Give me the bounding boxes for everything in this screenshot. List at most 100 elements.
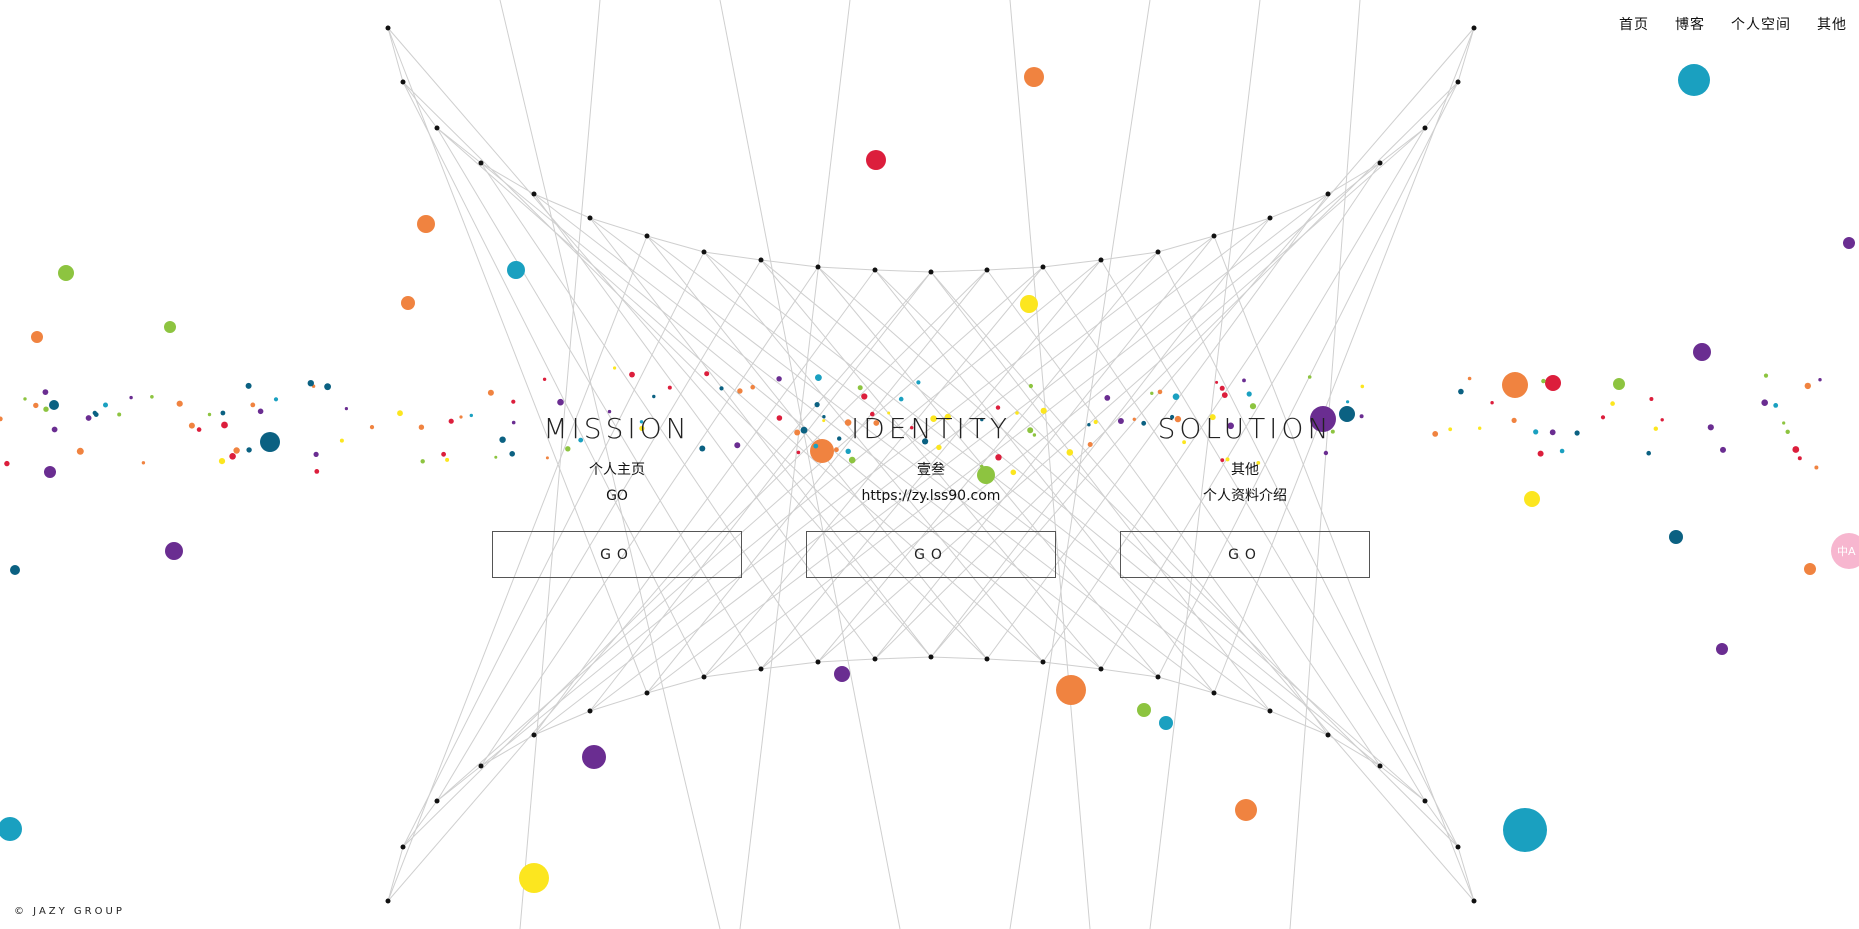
particle-dot xyxy=(1646,450,1651,456)
arc-node xyxy=(1211,690,1217,696)
panel-title: SOLUTION xyxy=(1157,412,1333,445)
particle-dot xyxy=(250,402,256,408)
panel-subtitle: 其他 xyxy=(1231,462,1259,478)
particle-dot xyxy=(246,447,252,453)
particle-dot xyxy=(1432,431,1439,437)
particle-dot xyxy=(995,405,1001,410)
particle-dot xyxy=(339,438,344,443)
particle-dot xyxy=(76,447,84,455)
particle-dot xyxy=(1804,382,1812,390)
arc-node xyxy=(1422,125,1428,131)
particle-dot xyxy=(207,412,212,417)
decor-dot xyxy=(507,261,525,279)
particle-dot xyxy=(188,422,195,429)
top-nav: 首页 博客 个人空间 其他 xyxy=(1619,14,1847,34)
decor-dot xyxy=(1804,563,1816,575)
arc-node xyxy=(644,690,650,696)
bottom-arc xyxy=(387,656,1475,902)
particle-dot xyxy=(420,459,425,464)
particle-dot xyxy=(344,407,348,411)
particle-dot xyxy=(176,400,183,407)
particle-dot xyxy=(1087,442,1093,447)
panel-identity: IDENTITY 壹叁 https://zy.lss90.com GO xyxy=(806,412,1056,578)
particle-dot xyxy=(1610,401,1615,406)
particle-dot xyxy=(23,397,27,401)
particle-dot xyxy=(233,447,240,454)
nav-item-blog[interactable]: 博客 xyxy=(1675,14,1705,34)
decor-dot xyxy=(1502,372,1528,398)
particle-dot xyxy=(1660,418,1664,422)
string-line xyxy=(436,127,1044,663)
particle-dot xyxy=(1448,427,1453,432)
arc-node xyxy=(984,656,990,662)
arc-node xyxy=(701,674,707,680)
arc-node xyxy=(984,267,990,273)
particle-dot xyxy=(1458,388,1464,395)
solution-go-button[interactable]: GO xyxy=(1120,531,1370,578)
arc-node xyxy=(385,25,391,31)
arc-node xyxy=(587,215,593,221)
language-toggle[interactable]: 中A xyxy=(1831,533,1859,569)
particle-dot xyxy=(92,410,98,416)
arc-node xyxy=(531,732,537,738)
decor-dot xyxy=(1024,67,1044,87)
particle-dot xyxy=(1797,456,1802,461)
panel-solution: SOLUTION 其他 个人资料介绍 GO xyxy=(1120,412,1370,578)
particle-dot xyxy=(794,429,801,436)
particle-dot xyxy=(85,415,92,421)
particle-dot xyxy=(1653,426,1659,431)
arc-node xyxy=(1155,249,1161,255)
particle-dot xyxy=(1600,415,1606,420)
decor-dot xyxy=(1678,64,1710,96)
particle-dot xyxy=(418,424,425,430)
particle-dot xyxy=(51,426,58,433)
particle-dot xyxy=(719,386,724,391)
arc-node xyxy=(815,264,821,270)
nav-item-other[interactable]: 其他 xyxy=(1817,14,1847,34)
decor-dot xyxy=(1669,530,1683,544)
particle-dot xyxy=(448,418,454,424)
arc-node xyxy=(1455,79,1461,85)
particle-dot xyxy=(273,397,279,402)
particle-dot xyxy=(129,395,133,400)
particle-dot xyxy=(1219,385,1225,391)
arc-node xyxy=(478,763,484,769)
panel-description: https://zy.lss90.com xyxy=(861,488,1001,504)
panel-subtitle: 壹叁 xyxy=(917,462,945,478)
decor-dot xyxy=(1545,375,1561,391)
particle-dot xyxy=(1649,397,1654,401)
particle-dot xyxy=(750,384,755,390)
decor-dot xyxy=(519,863,549,893)
decor-dot xyxy=(0,817,22,841)
arc-node xyxy=(434,125,440,131)
particle-dot xyxy=(1533,429,1539,435)
decor-dot xyxy=(1503,808,1547,852)
particle-dot xyxy=(221,421,228,429)
arc-node xyxy=(644,233,650,239)
arc-node xyxy=(872,267,878,273)
particle-dot xyxy=(1761,399,1768,407)
particle-dot xyxy=(613,366,617,370)
particle-dot xyxy=(1782,421,1786,425)
particle-dot xyxy=(1478,426,1482,430)
particle-dot xyxy=(1792,446,1800,453)
particle-dot xyxy=(0,416,3,422)
particle-dot xyxy=(737,388,743,394)
arc-node xyxy=(1471,898,1477,904)
nav-item-personal-space[interactable]: 个人空间 xyxy=(1731,14,1791,34)
nav-item-home[interactable]: 首页 xyxy=(1619,14,1649,34)
identity-go-button[interactable]: GO xyxy=(806,531,1056,578)
arc-node xyxy=(1325,732,1331,738)
string-line xyxy=(436,127,762,670)
particle-dot xyxy=(141,461,146,465)
string-line xyxy=(387,27,648,694)
arc-node xyxy=(1098,666,1104,672)
decor-dot xyxy=(582,745,606,769)
decor-dot xyxy=(260,432,280,452)
particle-dot xyxy=(1307,375,1312,379)
mission-go-button[interactable]: GO xyxy=(492,531,742,578)
particle-dot xyxy=(557,398,564,406)
particle-dot xyxy=(4,460,10,467)
particle-dot xyxy=(1541,378,1546,384)
string-line xyxy=(817,127,1426,663)
